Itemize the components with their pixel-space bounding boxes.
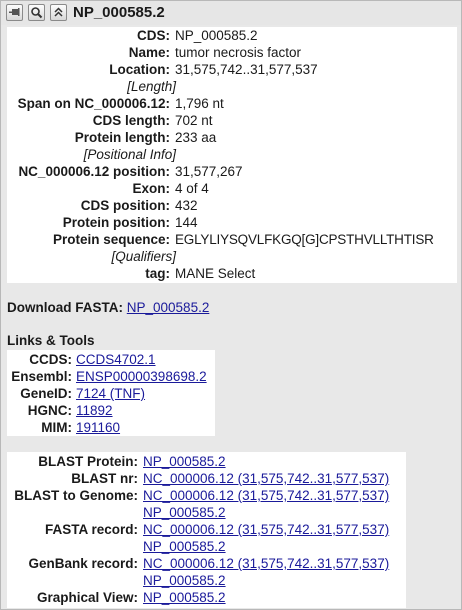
fasta-record-link-nc[interactable]: NC_000006.12 (31,575,742..31,577,537) <box>143 521 389 538</box>
hgnc-label: HGNC: <box>27 403 72 418</box>
download-fasta-link[interactable]: NP_000585.2 <box>127 300 210 315</box>
protein-position-label: Protein position: <box>62 215 170 230</box>
cds-label: CDS: <box>137 28 170 43</box>
exon-label: Exon: <box>132 181 170 196</box>
blast-nr-label: BLAST nr: <box>71 471 138 486</box>
graphical-view-label: Graphical View: <box>36 590 138 605</box>
tag-label: tag: <box>145 266 170 281</box>
blast-protein-label: BLAST Protein: <box>38 454 138 469</box>
search-button[interactable] <box>28 4 45 21</box>
genbank-record-link-nc[interactable]: NC_000006.12 (31,575,742..31,577,537) <box>143 555 389 572</box>
protein-length-label: Protein length: <box>74 130 170 145</box>
blast-genome-link-nc[interactable]: NC_000006.12 (31,575,742..31,577,537) <box>143 487 389 504</box>
protein-sequence-label: Protein sequence: <box>52 232 170 247</box>
download-fasta-row: Download FASTA: NP_000585.2 <box>7 300 209 315</box>
mim-label: MIM: <box>41 420 72 435</box>
ensembl-link[interactable]: ENSP00000398698.2 <box>76 368 207 385</box>
pin-button[interactable] <box>6 4 23 21</box>
name-value: tumor necrosis factor <box>175 45 302 60</box>
ccds-link[interactable]: CCDS4702.1 <box>76 351 156 368</box>
genbank-record-link-np[interactable]: NP_000585.2 <box>143 572 226 589</box>
cds-length-value: 702 nt <box>175 113 213 128</box>
hgnc-link[interactable]: 11892 <box>76 402 113 419</box>
qualifiers-section-header: [Qualifiers] <box>111 249 176 264</box>
span-label: Span on NC_000006.12: <box>17 96 170 111</box>
blast-genome-label: BLAST to Genome: <box>14 488 138 503</box>
tag-value: MANE Select <box>175 266 256 281</box>
ensembl-label: Ensembl: <box>11 369 72 384</box>
feature-tooltip-panel: NP_000585.2 CDS: NP_000585.2 Name: tumor… <box>0 0 462 610</box>
genbank-record-label: GenBank record: <box>28 556 138 571</box>
location-label: Location: <box>109 62 170 77</box>
nc-position-value: 31,577,267 <box>175 164 243 179</box>
cds-position-label: CDS position: <box>80 198 170 213</box>
fasta-record-label: FASTA record: <box>44 522 138 537</box>
panel-title: NP_000585.2 <box>73 4 165 21</box>
nc-position-label: NC_000006.12 position: <box>18 164 170 179</box>
download-fasta-label: Download FASTA: <box>7 300 123 315</box>
protein-length-value: 233 aa <box>175 130 217 145</box>
protein-position-value: 144 <box>175 215 198 230</box>
cds-value: NP_000585.2 <box>175 28 258 43</box>
geneid-link[interactable]: 7124 (TNF) <box>76 385 145 402</box>
ccds-label: CCDS: <box>29 352 72 367</box>
protein-sequence-value: EGLYLIYSQVLFKGQ[G]CPSTHVLLTHTISR <box>175 232 434 247</box>
cds-position-value: 432 <box>175 198 198 213</box>
name-label: Name: <box>128 45 170 60</box>
double-chevron-up-icon <box>54 7 63 17</box>
length-section-header: [Length] <box>127 79 176 94</box>
span-value: 1,796 nt <box>175 96 224 111</box>
pin-icon <box>9 8 20 16</box>
panel-titlebar: NP_000585.2 <box>1 1 461 25</box>
links-tools-heading: Links & Tools <box>7 333 95 348</box>
cds-length-label: CDS length: <box>92 113 170 128</box>
collapse-button[interactable] <box>50 4 67 21</box>
positional-section-header: [Positional Info] <box>83 147 176 162</box>
mim-link[interactable]: 191160 <box>76 419 120 436</box>
length-section-title: Length <box>130 79 173 94</box>
graphical-view-link[interactable]: NP_000585.2 <box>143 589 226 606</box>
fasta-record-link-np[interactable]: NP_000585.2 <box>143 538 226 555</box>
blast-protein-link[interactable]: NP_000585.2 <box>143 453 226 470</box>
geneid-label: GeneID: <box>20 386 72 401</box>
blast-nr-link[interactable]: NC_000006.12 (31,575,742..31,577,537) <box>143 470 389 487</box>
qualifiers-section-title: Qualifiers <box>115 249 173 264</box>
positional-section-title: Positional Info <box>87 147 173 162</box>
blast-genome-link-np[interactable]: NP_000585.2 <box>143 504 226 521</box>
exon-value: 4 of 4 <box>175 181 209 196</box>
search-icon <box>31 7 43 19</box>
location-value: 31,575,742..31,577,537 <box>175 62 318 77</box>
